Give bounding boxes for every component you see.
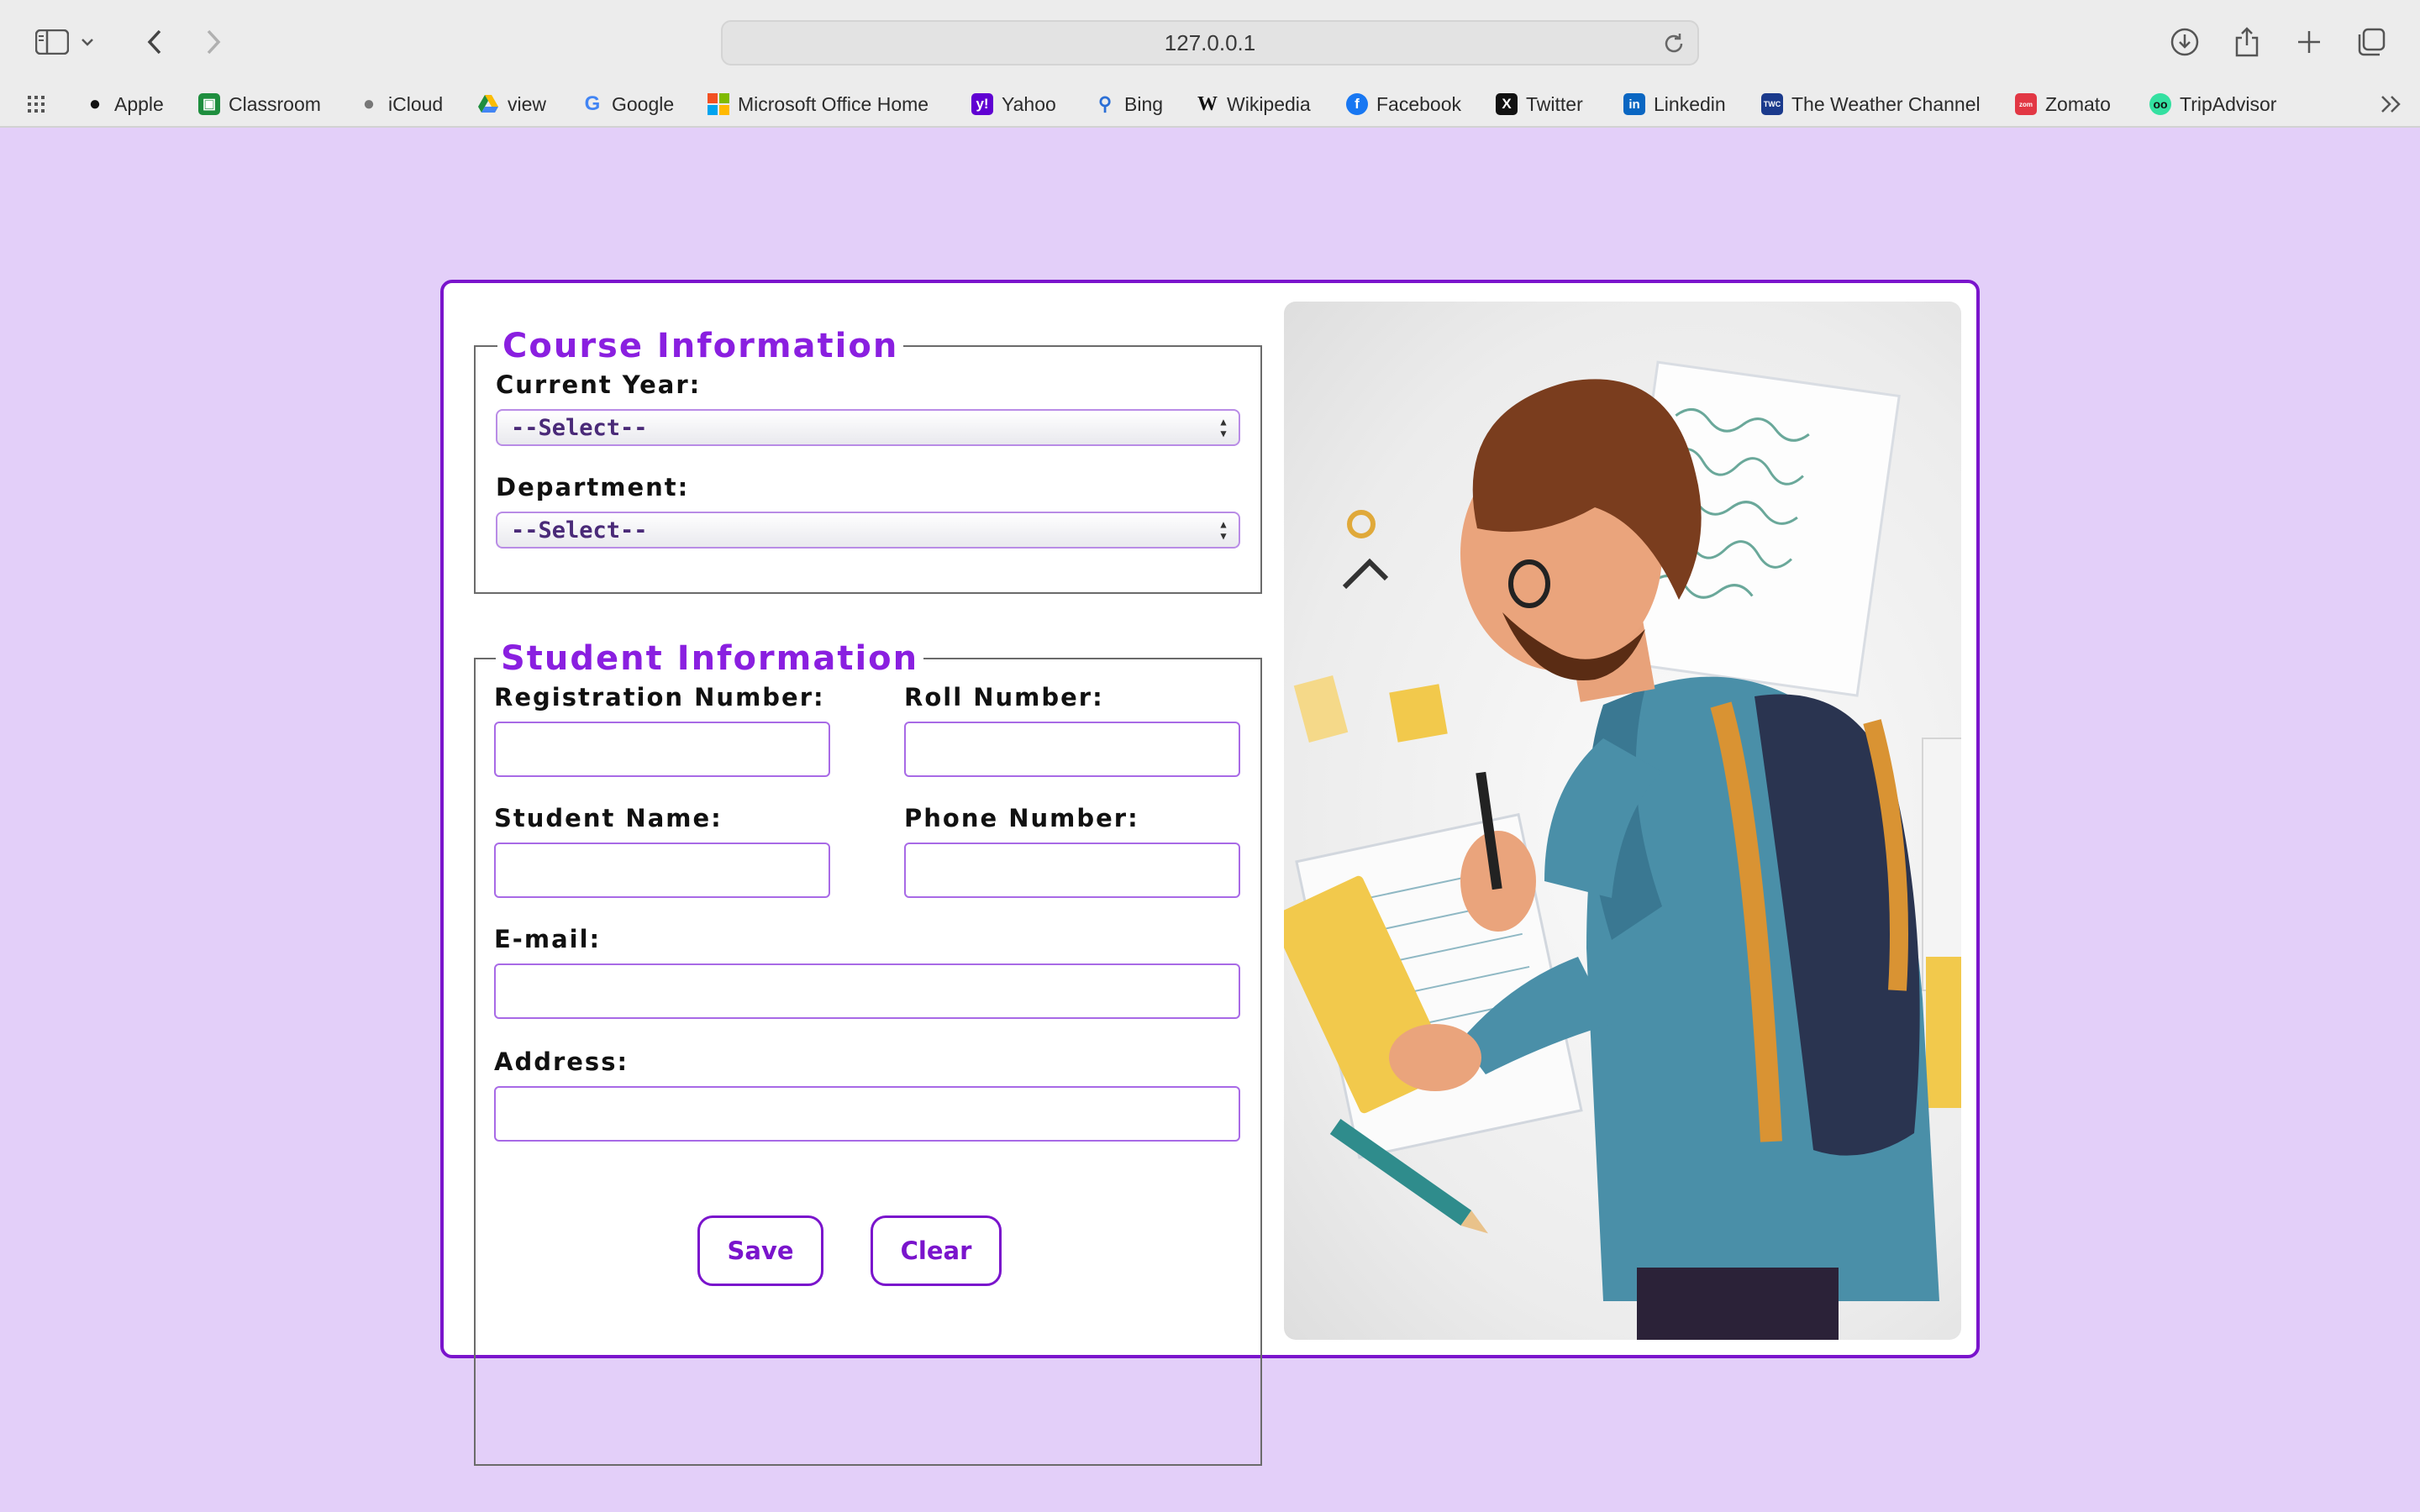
phone-number-label: Phone Number: (904, 804, 1139, 832)
roll-number-label: Roll Number: (904, 683, 1104, 711)
bookmark-facebook[interactable]: f Facebook (1346, 91, 1461, 118)
bookmark-label: Apple (114, 92, 164, 115)
bookmark-zomato[interactable]: zom Zomato (2015, 91, 2111, 118)
bookmark-label: iCloud (388, 92, 444, 115)
registration-number-label: Registration Number: (494, 683, 825, 711)
select-arrows-icon: ▲ ▼ (1220, 518, 1227, 542)
zomato-icon: zom (2015, 93, 2037, 115)
bookmarks-bar: ● Apple ▣ Classroom ● iCloud view G Goog… (0, 84, 2420, 124)
browser-toolbar: 127.0.0.1 (0, 0, 2420, 84)
bookmark-label: Facebook (1376, 92, 1462, 115)
bookmark-label: Microsoft Office Home (738, 92, 929, 115)
department-label: Department: (496, 473, 690, 501)
bookmark-twitter[interactable]: X Twitter (1496, 91, 1583, 118)
bookmark-tripadvisor[interactable]: oo TripAdvisor (2149, 91, 2276, 118)
classroom-icon: ▣ (198, 93, 220, 115)
registration-card: Course Information Current Year: --Selec… (440, 280, 1980, 1466)
bookmark-classroom[interactable]: ▣ Classroom (198, 91, 321, 118)
student-illustration (1284, 302, 1961, 1340)
department-select[interactable]: --Select-- ▲ ▼ (496, 512, 1240, 549)
twitter-icon: X (1496, 93, 1518, 115)
yahoo-icon: y! (971, 93, 993, 115)
share-icon[interactable] (2227, 22, 2267, 62)
tripadvisor-icon: oo (2149, 93, 2171, 115)
icloud-icon: ● (362, 92, 376, 115)
back-arrow-icon[interactable] (134, 22, 175, 62)
weather-channel-icon: TWC (1761, 93, 1783, 115)
email-input[interactable] (494, 963, 1240, 1019)
bookmark-label: Yahoo (1002, 92, 1056, 115)
bookmark-view[interactable]: view (477, 91, 546, 118)
drive-icon (477, 93, 499, 115)
current-year-label: Current Year: (496, 370, 702, 399)
facebook-icon: f (1346, 93, 1368, 115)
clear-button[interactable]: Clear (871, 1215, 1002, 1286)
browser-chrome: 127.0.0.1 ● Apple ▣ Classroom ● iCloud v… (0, 0, 2420, 128)
sidebar-toggle-icon[interactable] (32, 22, 72, 62)
chevron-down-icon[interactable] (77, 22, 97, 62)
department-value: --Select-- (511, 517, 648, 543)
course-information-fieldset: Course Information (474, 327, 1262, 594)
bookmark-apple[interactable]: ● Apple (84, 91, 164, 118)
bookmark-label: Wikipedia (1227, 92, 1311, 115)
apps-grid-icon[interactable] (27, 91, 49, 118)
course-information-legend: Course Information (502, 327, 899, 365)
bookmark-label: Bing (1124, 92, 1164, 115)
roll-number-input[interactable] (904, 722, 1240, 777)
url-text: 127.0.0.1 (1164, 29, 1256, 55)
linkedin-icon: in (1623, 93, 1645, 115)
bookmark-yahoo[interactable]: y! Yahoo (971, 91, 1056, 118)
address-label: Address: (494, 1047, 629, 1076)
current-year-value: --Select-- (511, 414, 648, 441)
more-bookmarks-icon[interactable] (2380, 91, 2403, 118)
address-bar[interactable]: 127.0.0.1 (721, 20, 1699, 66)
registration-number-input[interactable] (494, 722, 830, 777)
forward-arrow-icon[interactable] (193, 22, 234, 62)
bing-icon: ⚲ (1097, 93, 1113, 114)
email-label: E-mail: (494, 925, 602, 953)
bookmark-label: TripAdvisor (2180, 92, 2277, 115)
student-name-input[interactable] (494, 843, 830, 898)
google-icon: G (584, 92, 601, 115)
bookmark-google[interactable]: G Google (581, 91, 675, 118)
bookmark-label: Twitter (1526, 92, 1583, 115)
current-year-select[interactable]: --Select-- ▲ ▼ (496, 409, 1240, 446)
apple-icon: ● (88, 92, 102, 115)
save-button[interactable]: Save (697, 1215, 823, 1286)
address-input[interactable] (494, 1086, 1240, 1142)
student-information-legend: Student Information (501, 639, 919, 678)
microsoft-icon (708, 93, 729, 115)
tab-overview-icon[interactable] (2351, 22, 2391, 62)
bookmark-label: view (508, 92, 547, 115)
wikipedia-icon: W (1197, 92, 1218, 115)
bookmark-microsoft[interactable]: Microsoft Office Home (708, 91, 929, 118)
new-tab-icon[interactable] (2289, 22, 2329, 62)
bookmark-label: The Weather Channel (1791, 92, 1981, 115)
bookmark-wikipedia[interactable]: W Wikipedia (1197, 91, 1311, 118)
bookmark-label: Zomato (2045, 92, 2111, 115)
download-icon[interactable] (2165, 22, 2205, 62)
select-arrows-icon: ▲ ▼ (1220, 416, 1227, 439)
bookmark-label: Google (612, 92, 675, 115)
phone-number-input[interactable] (904, 843, 1240, 898)
bookmark-label: Linkedin (1654, 92, 1726, 115)
bookmark-bing[interactable]: ⚲ Bing (1094, 91, 1163, 118)
reload-icon[interactable] (1662, 32, 1686, 55)
bookmark-label: Classroom (229, 92, 321, 115)
bookmark-linkedin[interactable]: in Linkedin (1623, 91, 1726, 118)
student-name-label: Student Name: (494, 804, 723, 832)
bookmark-icloud[interactable]: ● iCloud (358, 91, 443, 118)
bookmark-weather-channel[interactable]: TWC The Weather Channel (1761, 91, 1981, 118)
